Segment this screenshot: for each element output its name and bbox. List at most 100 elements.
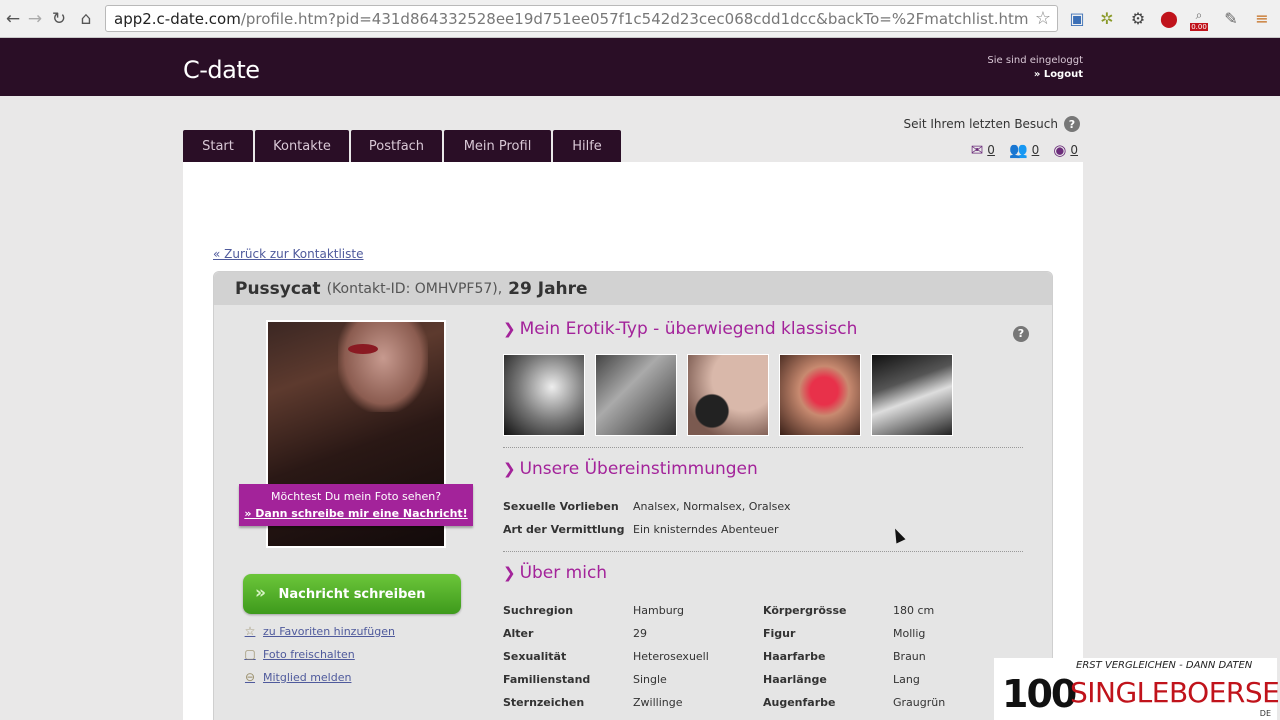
help-icon[interactable]: ? (1064, 116, 1080, 132)
watermark-brand: SINGLEBOERSEN (1070, 676, 1280, 709)
last-visit-info: Seit Ihrem letzten Besuch ? (904, 116, 1080, 132)
unlock-photo-link[interactable]: ▢ Foto freischalten (243, 647, 355, 661)
profile-card: Pussycat (Kontakt-ID: OMHVPF57), 29 Jahr… (213, 271, 1053, 720)
erotik-type-title: Mein Erotik-Typ - überwiegend klassisch (519, 319, 858, 339)
photo-request-banner[interactable]: Möchtest Du mein Foto sehen? » Dann schr… (239, 484, 473, 526)
forward-icon[interactable]: → (22, 6, 48, 32)
search-extension-icon[interactable]: ⌕ 0.00 (1189, 6, 1209, 32)
minus-circle-icon: ⊖ (244, 670, 256, 684)
back-to-contacts-link[interactable]: « Zurück zur Kontaktliste (213, 247, 363, 261)
site-header: C-date Sie sind eingeloggt » Logout (0, 38, 1280, 96)
contacts-count: 0 (1031, 143, 1040, 157)
about-value: Heterosexuell (633, 650, 709, 663)
people-icon: 👥 (1008, 141, 1028, 159)
match-key: Sexuelle Vorlieben (503, 500, 619, 513)
matches-heading: ❯ Unsere Übereinstimmungen (503, 459, 758, 479)
about-value: Graugrün (893, 696, 946, 709)
watermark-logo: ERST VERGLEICHEN - DANN DATEN 100 SINGLE… (994, 658, 1280, 720)
menu-icon[interactable]: ≡ (1252, 8, 1272, 28)
about-value: Mollig (893, 627, 926, 640)
help-icon[interactable]: ? (1013, 325, 1029, 342)
main-tabs: Start Kontakte Postfach Mein Profil Hilf… (183, 130, 623, 162)
url-path: /profile.htm?pid=431d864332528ee19d751ee… (240, 9, 1029, 28)
about-key: Haarlänge (763, 673, 827, 686)
report-member-label: Mitglied melden (263, 670, 352, 684)
tab-hilfe[interactable]: Hilfe (553, 130, 621, 162)
about-key: Sternzeichen (503, 696, 585, 709)
main-content: « Zurück zur Kontaktliste Pussycat (Kont… (183, 162, 1083, 720)
browser-toolbar: ← → ↻ ⌂ app2.c-date.com/profile.htm?pid=… (0, 0, 1280, 38)
write-message-label: Nachricht schreiben (278, 586, 426, 602)
photo-banner-link[interactable]: » Dann schreibe mir eine Nachricht! (239, 505, 473, 522)
contacts-counter[interactable]: 👥 0 (1009, 141, 1039, 159)
bookmark-star-icon[interactable]: ☆ (1035, 8, 1051, 29)
about-value: Lang (893, 673, 920, 686)
messages-count: 0 (987, 143, 995, 157)
match-value: Ein knisterndes Abenteuer (633, 523, 779, 536)
address-bar[interactable]: app2.c-date.com/profile.htm?pid=431d8643… (105, 5, 1058, 32)
extension-badge: 0.00 (1190, 22, 1208, 31)
about-key: Familienstand (503, 673, 591, 686)
profile-age: 29 Jahre (508, 278, 588, 299)
about-me-title: Über mich (519, 563, 608, 583)
about-key: Alter (503, 627, 534, 640)
double-chevron-icon: » (255, 583, 266, 603)
photo-face (338, 322, 428, 412)
about-key: Suchregion (503, 604, 574, 617)
add-favorite-link[interactable]: ☆ zu Favoriten hinzufügen (243, 624, 395, 638)
chevron-right-icon: ❯ (503, 564, 516, 582)
logout-link[interactable]: » Logout (987, 68, 1083, 82)
write-message-button[interactable]: » Nachricht schreiben (243, 574, 461, 614)
about-value: Hamburg (633, 604, 684, 617)
adblock-icon[interactable]: ⬤ (1159, 8, 1179, 28)
report-member-link[interactable]: ⊖ Mitglied melden (243, 670, 352, 684)
tab-start[interactable]: Start (183, 130, 253, 162)
about-me-heading: ❯ Über mich (503, 563, 607, 583)
match-key: Art der Vermittlung (503, 523, 625, 536)
erotik-image[interactable] (595, 354, 677, 436)
photo-lips (348, 344, 378, 354)
match-value: Analsex, Normalsex, Oralsex (633, 500, 791, 513)
erotik-type-heading: ❯ Mein Erotik-Typ - überwiegend klassisch (503, 319, 857, 339)
last-visit-label: Seit Ihrem letzten Besuch (903, 117, 1058, 131)
extension-screen-icon[interactable]: ▣ (1067, 8, 1087, 28)
profile-header: Pussycat (Kontakt-ID: OMHVPF57), 29 Jahr… (214, 272, 1052, 305)
about-value: Single (633, 673, 667, 686)
views-count: 0 (1070, 143, 1078, 157)
url-host: app2.c-date.com (114, 9, 241, 28)
wrench-icon[interactable]: ✎ (1221, 8, 1241, 28)
matches-title: Unsere Übereinstimmungen (519, 459, 758, 479)
contact-id: (Kontakt-ID: OMHVPF57), (326, 280, 503, 297)
messages-counter[interactable]: ✉ 0 (971, 141, 995, 159)
erotik-image[interactable] (779, 354, 861, 436)
envelope-icon: ✉ (970, 141, 984, 159)
views-counter[interactable]: ◉ 0 (1053, 141, 1078, 159)
divider (503, 551, 1023, 552)
watermark-tld: DE (1259, 709, 1271, 718)
eye-icon: ◉ (1053, 141, 1067, 159)
erotik-image[interactable] (687, 354, 769, 436)
star-icon: ☆ (244, 624, 256, 638)
tab-postfach[interactable]: Postfach (351, 130, 442, 162)
tab-kontakte[interactable]: Kontakte (255, 130, 349, 162)
erotik-image[interactable] (871, 354, 953, 436)
erotik-image[interactable] (503, 354, 585, 436)
add-favorite-label: zu Favoriten hinzufügen (263, 624, 395, 638)
unlock-photo-label: Foto freischalten (263, 647, 355, 661)
erotik-help: ? (1007, 322, 1029, 342)
visit-counters: ✉ 0 👥 0 ◉ 0 (957, 141, 1078, 159)
tab-mein-profil[interactable]: Mein Profil (444, 130, 551, 162)
watermark-tagline: ERST VERGLEICHEN - DANN DATEN (1076, 660, 1253, 671)
camera-icon: ▢ (244, 647, 256, 661)
about-value: Braun (893, 650, 926, 663)
about-value: Zwillinge (633, 696, 683, 709)
divider (503, 447, 1023, 448)
erotik-thumbnails (503, 354, 963, 436)
site-logo[interactable]: C-date (183, 56, 260, 84)
reload-icon[interactable]: ↻ (46, 6, 72, 32)
about-value: 180 cm (893, 604, 935, 617)
watermark-number: 100 (1002, 672, 1077, 716)
home-icon[interactable]: ⌂ (73, 6, 99, 32)
extension-puzzle-icon[interactable]: ✲ (1097, 8, 1117, 28)
settings-gear-icon[interactable]: ⚙ (1128, 8, 1148, 28)
